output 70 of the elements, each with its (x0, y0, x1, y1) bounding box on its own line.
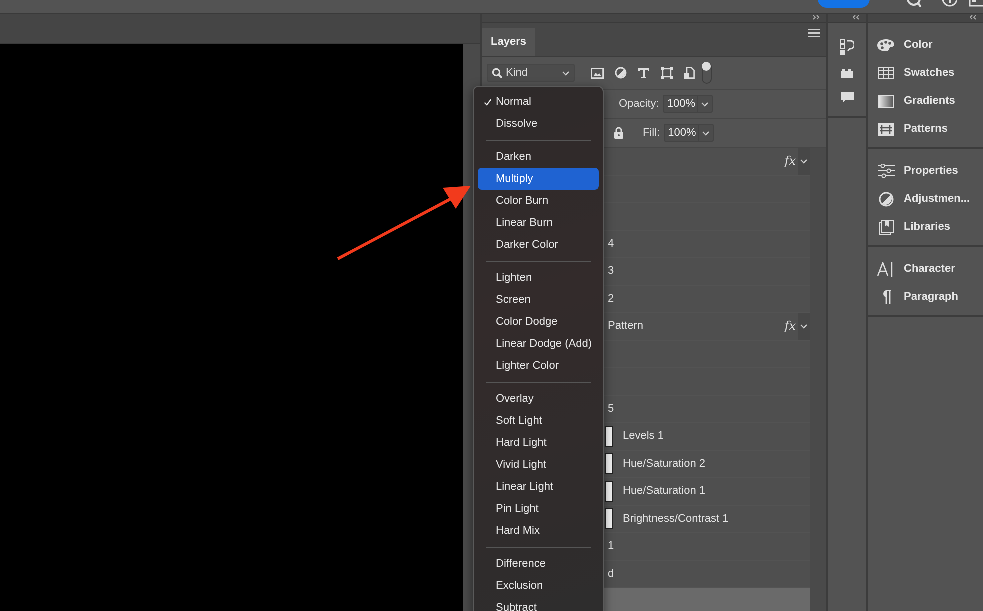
layer-thumbnail (605, 453, 613, 474)
collapse-icon[interactable] (970, 15, 977, 20)
layer-name: d (608, 568, 614, 580)
layer-thumbnail (605, 426, 613, 447)
layer-name: Levels 1 (623, 430, 664, 442)
palette-icon (877, 38, 895, 52)
type-icon[interactable] (638, 68, 650, 78)
layers-tab[interactable]: Layers (482, 28, 536, 56)
menu-item[interactable]: Lighter Color (478, 355, 599, 377)
fill-label: Fill: (643, 127, 660, 139)
search-icon (492, 68, 503, 78)
layer-name: 3 (608, 265, 614, 278)
layer-name: Hue/Saturation 1 (623, 485, 706, 498)
type-icon (877, 262, 895, 276)
help-icon[interactable] (942, 0, 958, 8)
book-icon (878, 220, 894, 234)
opacity-field[interactable]: 100% (663, 95, 714, 113)
panel-item[interactable]: Adjustmen... (868, 185, 983, 213)
collapse-icon[interactable] (853, 15, 860, 20)
panel-item[interactable]: Patterns (868, 115, 983, 143)
filter-dropdown[interactable]: Kind (487, 64, 575, 82)
panel-item[interactable]: Gradients (868, 87, 983, 115)
chevron-down-icon[interactable] (702, 130, 710, 136)
layer-name: Hue/Saturation 2 (623, 458, 706, 470)
filter-toggle[interactable] (702, 62, 712, 84)
gradient-icon (878, 94, 894, 108)
comment-icon[interactable] (840, 92, 854, 104)
history-icon[interactable] (840, 39, 854, 55)
window-icon[interactable] (969, 0, 983, 8)
menu-item[interactable]: Normal (478, 91, 599, 113)
layer-name: 5 (608, 402, 614, 415)
fill-field[interactable]: 100% (664, 124, 714, 142)
layer-name: Brightness/Contrast 1 (623, 512, 729, 525)
layer-name: 2 (608, 292, 614, 305)
layer-name: 4 (608, 238, 614, 250)
menu-item[interactable]: Multiply (478, 168, 599, 190)
half-circle-icon (878, 192, 894, 206)
effects-label[interactable]: fx (784, 154, 796, 168)
chevron-down-icon (562, 70, 570, 76)
pattern-icon (878, 122, 894, 136)
expand-icon[interactable] (798, 148, 810, 174)
panel-item[interactable]: Character (868, 255, 983, 283)
half-circle-icon[interactable] (615, 67, 627, 79)
brick-icon[interactable] (841, 69, 853, 78)
menu-icon[interactable] (808, 29, 820, 38)
expand-icon[interactable] (813, 15, 820, 20)
smart-object-icon[interactable] (684, 67, 695, 79)
panel-item[interactable]: Paragraph (868, 283, 983, 311)
panel-item[interactable]: Libraries (868, 213, 983, 241)
sliders-icon (878, 164, 894, 178)
panel-item[interactable]: Swatches (868, 59, 983, 87)
search-icon[interactable] (907, 0, 923, 8)
panel-item[interactable]: Color (868, 31, 983, 59)
layer-name: Pattern (608, 320, 644, 332)
pilcrow-icon (880, 290, 892, 304)
menu-item[interactable]: Subtract (478, 597, 599, 611)
lock-icon[interactable] (614, 127, 624, 139)
menu-item[interactable]: Color Burn (478, 190, 599, 212)
chevron-down-icon[interactable] (701, 102, 710, 106)
layer-name: 1 (608, 540, 614, 552)
grid-icon (878, 67, 894, 79)
menu-item[interactable]: Dissolve (478, 113, 599, 135)
layer-thumbnail (605, 480, 613, 502)
expand-icon[interactable] (798, 313, 810, 340)
transform-icon[interactable] (661, 67, 673, 79)
image-icon[interactable] (591, 68, 604, 78)
layer-thumbnail (605, 508, 613, 530)
panel-item[interactable]: Properties (868, 157, 983, 185)
effects-label[interactable]: fx (784, 319, 796, 334)
opacity-label: Opacity: (619, 98, 660, 110)
